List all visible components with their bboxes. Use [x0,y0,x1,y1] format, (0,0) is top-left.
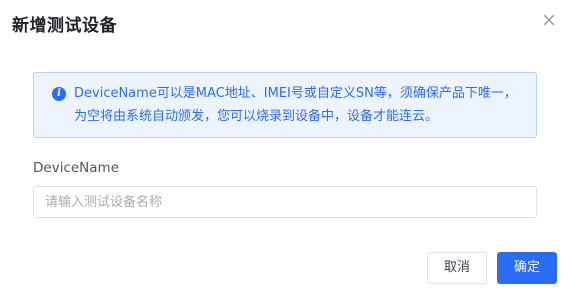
close-button[interactable] [540,11,558,29]
cancel-button[interactable]: 取消 [427,252,487,284]
info-icon: i [52,87,66,101]
add-test-device-dialog: 新增测试设备 i DeviceName可以是MAC地址、IMEI号或自定义SN等… [0,0,569,296]
dialog-title: 新增测试设备 [12,16,117,36]
close-icon [543,14,555,26]
info-alert-message: DeviceName可以是MAC地址、IMEI号或自定义SN等，须确保产品下唯一… [74,86,517,124]
info-alert: i DeviceName可以是MAC地址、IMEI号或自定义SN等，须确保产品下… [33,72,537,138]
device-name-label: DeviceName [33,160,119,176]
confirm-button[interactable]: 确定 [497,252,557,284]
device-name-input[interactable] [33,186,537,218]
